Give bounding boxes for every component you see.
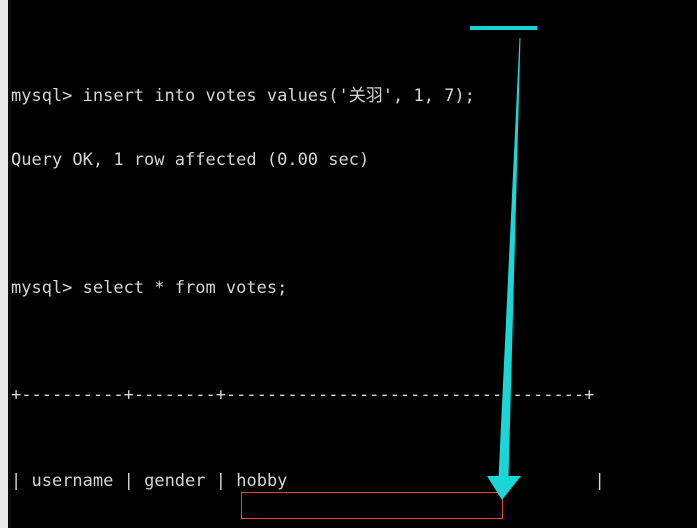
terminal-output[interactable]: mysql> insert into votes values('关羽', 1,…	[11, 0, 697, 528]
insert-command-text: mysql> insert into votes values('关羽', 1,…	[11, 85, 475, 106]
terminal-line-insert-command: mysql> insert into votes values('关羽', 1,…	[11, 86, 697, 107]
header-cell-bar-0: |	[11, 470, 32, 491]
header-cell-pad: |	[287, 470, 605, 491]
table-header-username: username	[31, 470, 114, 491]
table-header-row: | username | gender | hobby |	[11, 471, 697, 492]
header-cell-bar-1: |	[113, 470, 145, 491]
select-command-text: mysql> select * from votes;	[11, 278, 288, 299]
cyan-underline	[470, 26, 537, 30]
header-cell-bar-2: |	[205, 470, 237, 491]
terminal-window: mysql> insert into votes values('关羽', 1,…	[0, 0, 697, 528]
page-left-edge	[0, 0, 8, 528]
table-header-gender: gender	[144, 470, 206, 491]
table-border-top: +----------+--------+-------------------…	[11, 385, 595, 406]
terminal-line-query-status: Query OK, 1 row affected (0.00 sec)	[11, 150, 697, 171]
table-header-hobby: hobby	[236, 470, 288, 491]
terminal-line-select-command: mysql> select * from votes;	[11, 278, 697, 299]
query-status-text: Query OK, 1 row affected (0.00 sec)	[11, 149, 370, 170]
page-left-edge-shadow	[8, 0, 11, 528]
red-highlight-box	[241, 492, 503, 519]
